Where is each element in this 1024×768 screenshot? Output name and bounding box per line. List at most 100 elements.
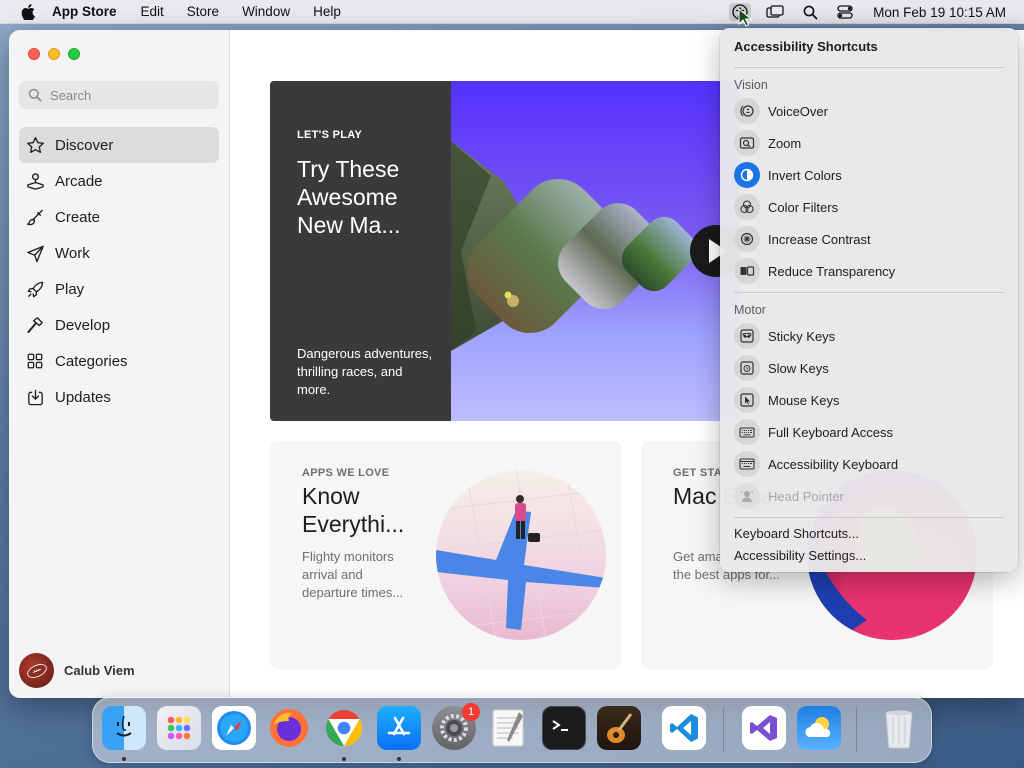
screen-mirroring-icon[interactable]: [764, 3, 786, 21]
menu-window[interactable]: Window: [242, 4, 290, 19]
running-indicator: [397, 757, 401, 761]
sidebar-item-develop[interactable]: Develop: [19, 307, 219, 343]
menu-divider: [734, 292, 1004, 293]
dock-safari-icon[interactable]: [212, 706, 256, 750]
hero-title: Try These Awesome New Ma...: [297, 156, 401, 238]
joystick-icon: [25, 171, 45, 191]
menu-item-label: Accessibility Keyboard: [768, 456, 899, 472]
sidebar-item-play[interactable]: Play: [19, 271, 219, 307]
menu-help[interactable]: Help: [313, 4, 341, 19]
menu-item-label: Slow Keys: [768, 360, 829, 376]
dock-weather-icon[interactable]: [797, 706, 841, 750]
dock-terminal-icon[interactable]: [542, 706, 586, 750]
hero-description: Dangerous adventures, thrilling races, a…: [297, 346, 433, 397]
user-profile[interactable]: Calub Viem: [19, 653, 135, 688]
sidebar-item-create[interactable]: Create: [19, 199, 219, 235]
sticky-keys-icon: [734, 323, 760, 349]
dock-finder-icon[interactable]: [102, 706, 146, 750]
minimize-window-button[interactable]: [48, 48, 60, 60]
menu-store[interactable]: Store: [187, 4, 219, 19]
menu-item-mouse-keys[interactable]: Mouse Keys: [734, 387, 840, 413]
menu-item-slow-keys[interactable]: Slow Keys: [734, 355, 829, 381]
card-eyebrow: APPS WE LOVE: [302, 467, 390, 479]
control-center-icon[interactable]: [834, 3, 856, 21]
search-placeholder: Search: [50, 87, 92, 103]
menu-title: Accessibility Shortcuts: [734, 39, 878, 54]
menu-item-zoom[interactable]: Zoom: [734, 130, 801, 156]
menu-item-voiceover[interactable]: VoiceOver: [734, 98, 828, 124]
dock-system-settings-icon[interactable]: 1: [432, 703, 480, 750]
menu-item-keyboard-shortcuts[interactable]: Keyboard Shortcuts...: [734, 526, 859, 541]
dock-vscode-icon[interactable]: [662, 706, 706, 750]
avatar: [19, 653, 54, 688]
color-filters-icon: [734, 194, 760, 220]
voiceover-icon: [734, 98, 760, 124]
dock-textedit-icon[interactable]: [487, 706, 531, 750]
keyboard-icon: [734, 419, 760, 445]
dock-app-store-icon[interactable]: [377, 706, 421, 750]
hero-text-panel: LET'S PLAY Try These Awesome New Ma... D…: [270, 81, 451, 421]
motor-section-label: Motor: [734, 303, 766, 317]
dock-trash-icon[interactable]: [877, 706, 921, 750]
sidebar-item-arcade[interactable]: Arcade: [19, 163, 219, 199]
sidebar-item-discover[interactable]: Discover: [19, 127, 219, 163]
head-pointer-icon: [734, 483, 760, 509]
menu-item-head-pointer: Head Pointer: [734, 483, 844, 509]
close-window-button[interactable]: [28, 48, 40, 60]
mouse-keys-icon: [734, 387, 760, 413]
card-description: Flighty monitors arrival and departure t…: [302, 549, 404, 600]
menu-item-reduce-transparency[interactable]: Reduce Transparency: [734, 258, 895, 284]
zoom-window-button[interactable]: [68, 48, 80, 60]
menu-item-label: Full Keyboard Access: [768, 424, 894, 440]
menu-divider: [734, 517, 1004, 518]
mouse-cursor-icon: [738, 7, 753, 33]
menu-bar: App Store Edit Store Window Help Mon Feb…: [0, 0, 1024, 24]
card-title: Know Everythi...: [302, 483, 405, 537]
sidebar-item-label: Develop: [55, 316, 111, 334]
menu-item-invert-colors[interactable]: Invert Colors: [734, 162, 842, 188]
spotlight-search-icon[interactable]: [799, 3, 821, 21]
menu-item-label: Invert Colors: [768, 167, 842, 183]
paperplane-icon: [25, 243, 45, 263]
download-icon: [25, 387, 45, 407]
dock-firefox-icon[interactable]: [267, 706, 311, 750]
menu-divider: [734, 67, 1004, 68]
menu-item-color-filters[interactable]: Color Filters: [734, 194, 838, 220]
dock-visual-studio-icon[interactable]: [742, 706, 786, 750]
menu-edit[interactable]: Edit: [141, 4, 164, 19]
apps-we-love-card[interactable]: APPS WE LOVE Know Everythi... Flighty mo…: [270, 441, 622, 669]
apple-menu-icon[interactable]: [18, 0, 38, 24]
sidebar: Search Discover Arcade Create Work Play: [9, 30, 230, 698]
dock-launchpad-icon[interactable]: [157, 706, 201, 750]
sidebar-item-work[interactable]: Work: [19, 235, 219, 271]
dock-chrome-icon[interactable]: [322, 706, 366, 750]
menu-item-accessibility-settings[interactable]: Accessibility Settings...: [734, 548, 866, 563]
accessibility-shortcuts-menu: Accessibility Shortcuts Vision VoiceOver…: [720, 28, 1018, 572]
menu-bar-clock[interactable]: Mon Feb 19 10:15 AM: [873, 5, 1006, 20]
menu-item-sticky-keys[interactable]: Sticky Keys: [734, 323, 835, 349]
paintbrush-icon: [25, 207, 45, 227]
menu-item-full-keyboard-access[interactable]: Full Keyboard Access: [734, 419, 893, 445]
app-menu[interactable]: App Store: [52, 4, 117, 19]
hero-banner[interactable]: LET'S PLAY Try These Awesome New Ma... D…: [270, 81, 740, 421]
dock-divider: [856, 708, 857, 752]
sidebar-nav: Discover Arcade Create Work Play Develop: [19, 127, 219, 415]
sidebar-item-label: Arcade: [55, 172, 103, 190]
grid-icon: [25, 351, 45, 371]
menu-item-label: Color Filters: [768, 199, 839, 215]
sidebar-item-updates[interactable]: Updates: [19, 379, 219, 415]
reduce-transparency-icon: [734, 258, 760, 284]
menu-item-label: Reduce Transparency: [768, 263, 896, 279]
zoom-icon: [734, 130, 760, 156]
dock-garageband-icon[interactable]: [597, 706, 641, 750]
sidebar-item-categories[interactable]: Categories: [19, 343, 219, 379]
search-icon: [28, 88, 42, 102]
search-field[interactable]: Search: [19, 81, 219, 109]
card-eyebrow: GET STA: [673, 467, 722, 479]
notification-badge: 1: [462, 703, 480, 721]
invert-colors-icon: [734, 162, 760, 188]
menu-item-increase-contrast[interactable]: Increase Contrast: [734, 226, 871, 252]
rocket-icon: [25, 279, 45, 299]
menu-item-accessibility-keyboard[interactable]: Accessibility Keyboard: [734, 451, 898, 477]
user-name: Calub Viem: [64, 663, 135, 678]
